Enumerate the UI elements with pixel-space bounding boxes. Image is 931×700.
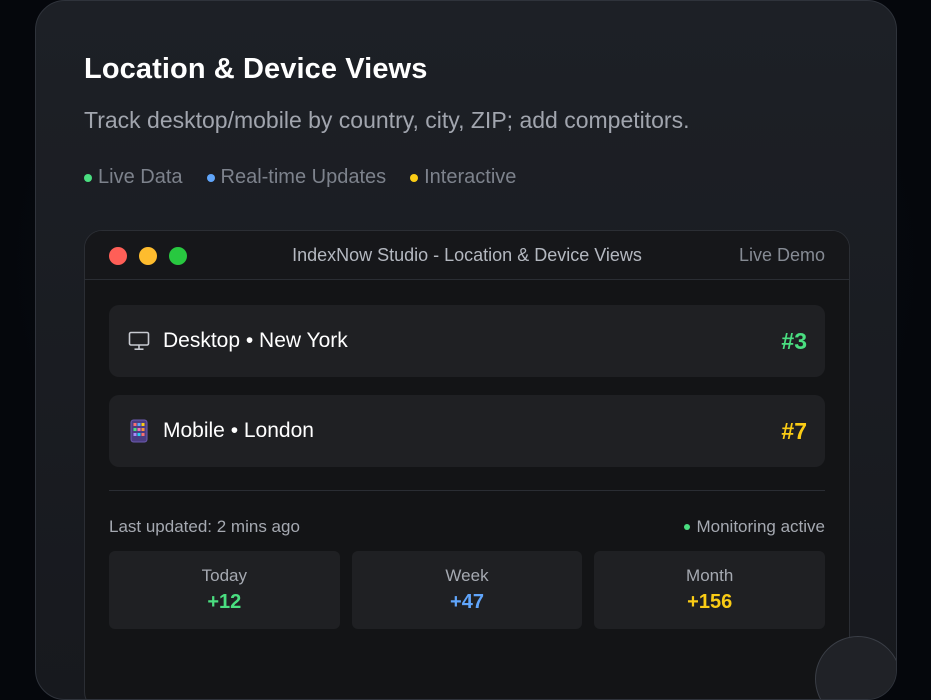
stat-value: +12 [207, 591, 241, 614]
monitoring-label: Monitoring active [696, 517, 825, 537]
tag-live-data: Live Data [84, 166, 183, 189]
last-updated-text: Last updated: 2 mins ago [109, 517, 300, 537]
row-label: Mobile • London [163, 419, 314, 443]
rank-badge: #7 [781, 418, 807, 445]
stat-label: Week [445, 566, 488, 586]
window-titlebar: IndexNow Studio - Location & Device View… [85, 231, 849, 280]
ranking-row-mobile[interactable]: Mobile • London #7 [109, 395, 825, 467]
tag-label: Live Data [98, 166, 183, 189]
desktop-monitor-icon [127, 329, 151, 353]
feature-title: Location & Device Views [84, 53, 427, 86]
stat-week: Week +47 [352, 551, 583, 629]
feature-card: Location & Device Views Track desktop/mo… [35, 0, 897, 700]
stat-label: Month [686, 566, 733, 586]
stat-label: Today [202, 566, 247, 586]
monitoring-status: Monitoring active [684, 517, 825, 537]
green-dot-icon [84, 174, 92, 182]
status-dot-icon [684, 524, 690, 530]
blue-dot-icon [207, 174, 215, 182]
stat-today: Today +12 [109, 551, 340, 629]
demo-window: IndexNow Studio - Location & Device View… [84, 230, 850, 700]
feature-tags: Live Data Real-time Updates Interactive [84, 166, 516, 189]
rank-badge: #3 [781, 328, 807, 355]
mobile-phone-icon [127, 419, 151, 443]
stat-value: +156 [687, 591, 732, 614]
tag-label: Interactive [424, 166, 516, 189]
live-demo-badge: Live Demo [739, 245, 825, 266]
feature-subtitle: Track desktop/mobile by country, city, Z… [84, 107, 689, 134]
stat-month: Month +156 [594, 551, 825, 629]
row-label: Desktop • New York [163, 329, 348, 353]
yellow-dot-icon [410, 174, 418, 182]
tag-label: Real-time Updates [221, 166, 387, 189]
window-title: IndexNow Studio - Location & Device View… [85, 245, 849, 266]
stats-row: Today +12 Week +47 Month +156 [109, 551, 825, 629]
tag-realtime-updates: Real-time Updates [207, 166, 387, 189]
ranking-row-desktop[interactable]: Desktop • New York #3 [109, 305, 825, 377]
tag-interactive: Interactive [410, 166, 516, 189]
stat-value: +47 [450, 591, 484, 614]
section-divider [109, 490, 825, 491]
